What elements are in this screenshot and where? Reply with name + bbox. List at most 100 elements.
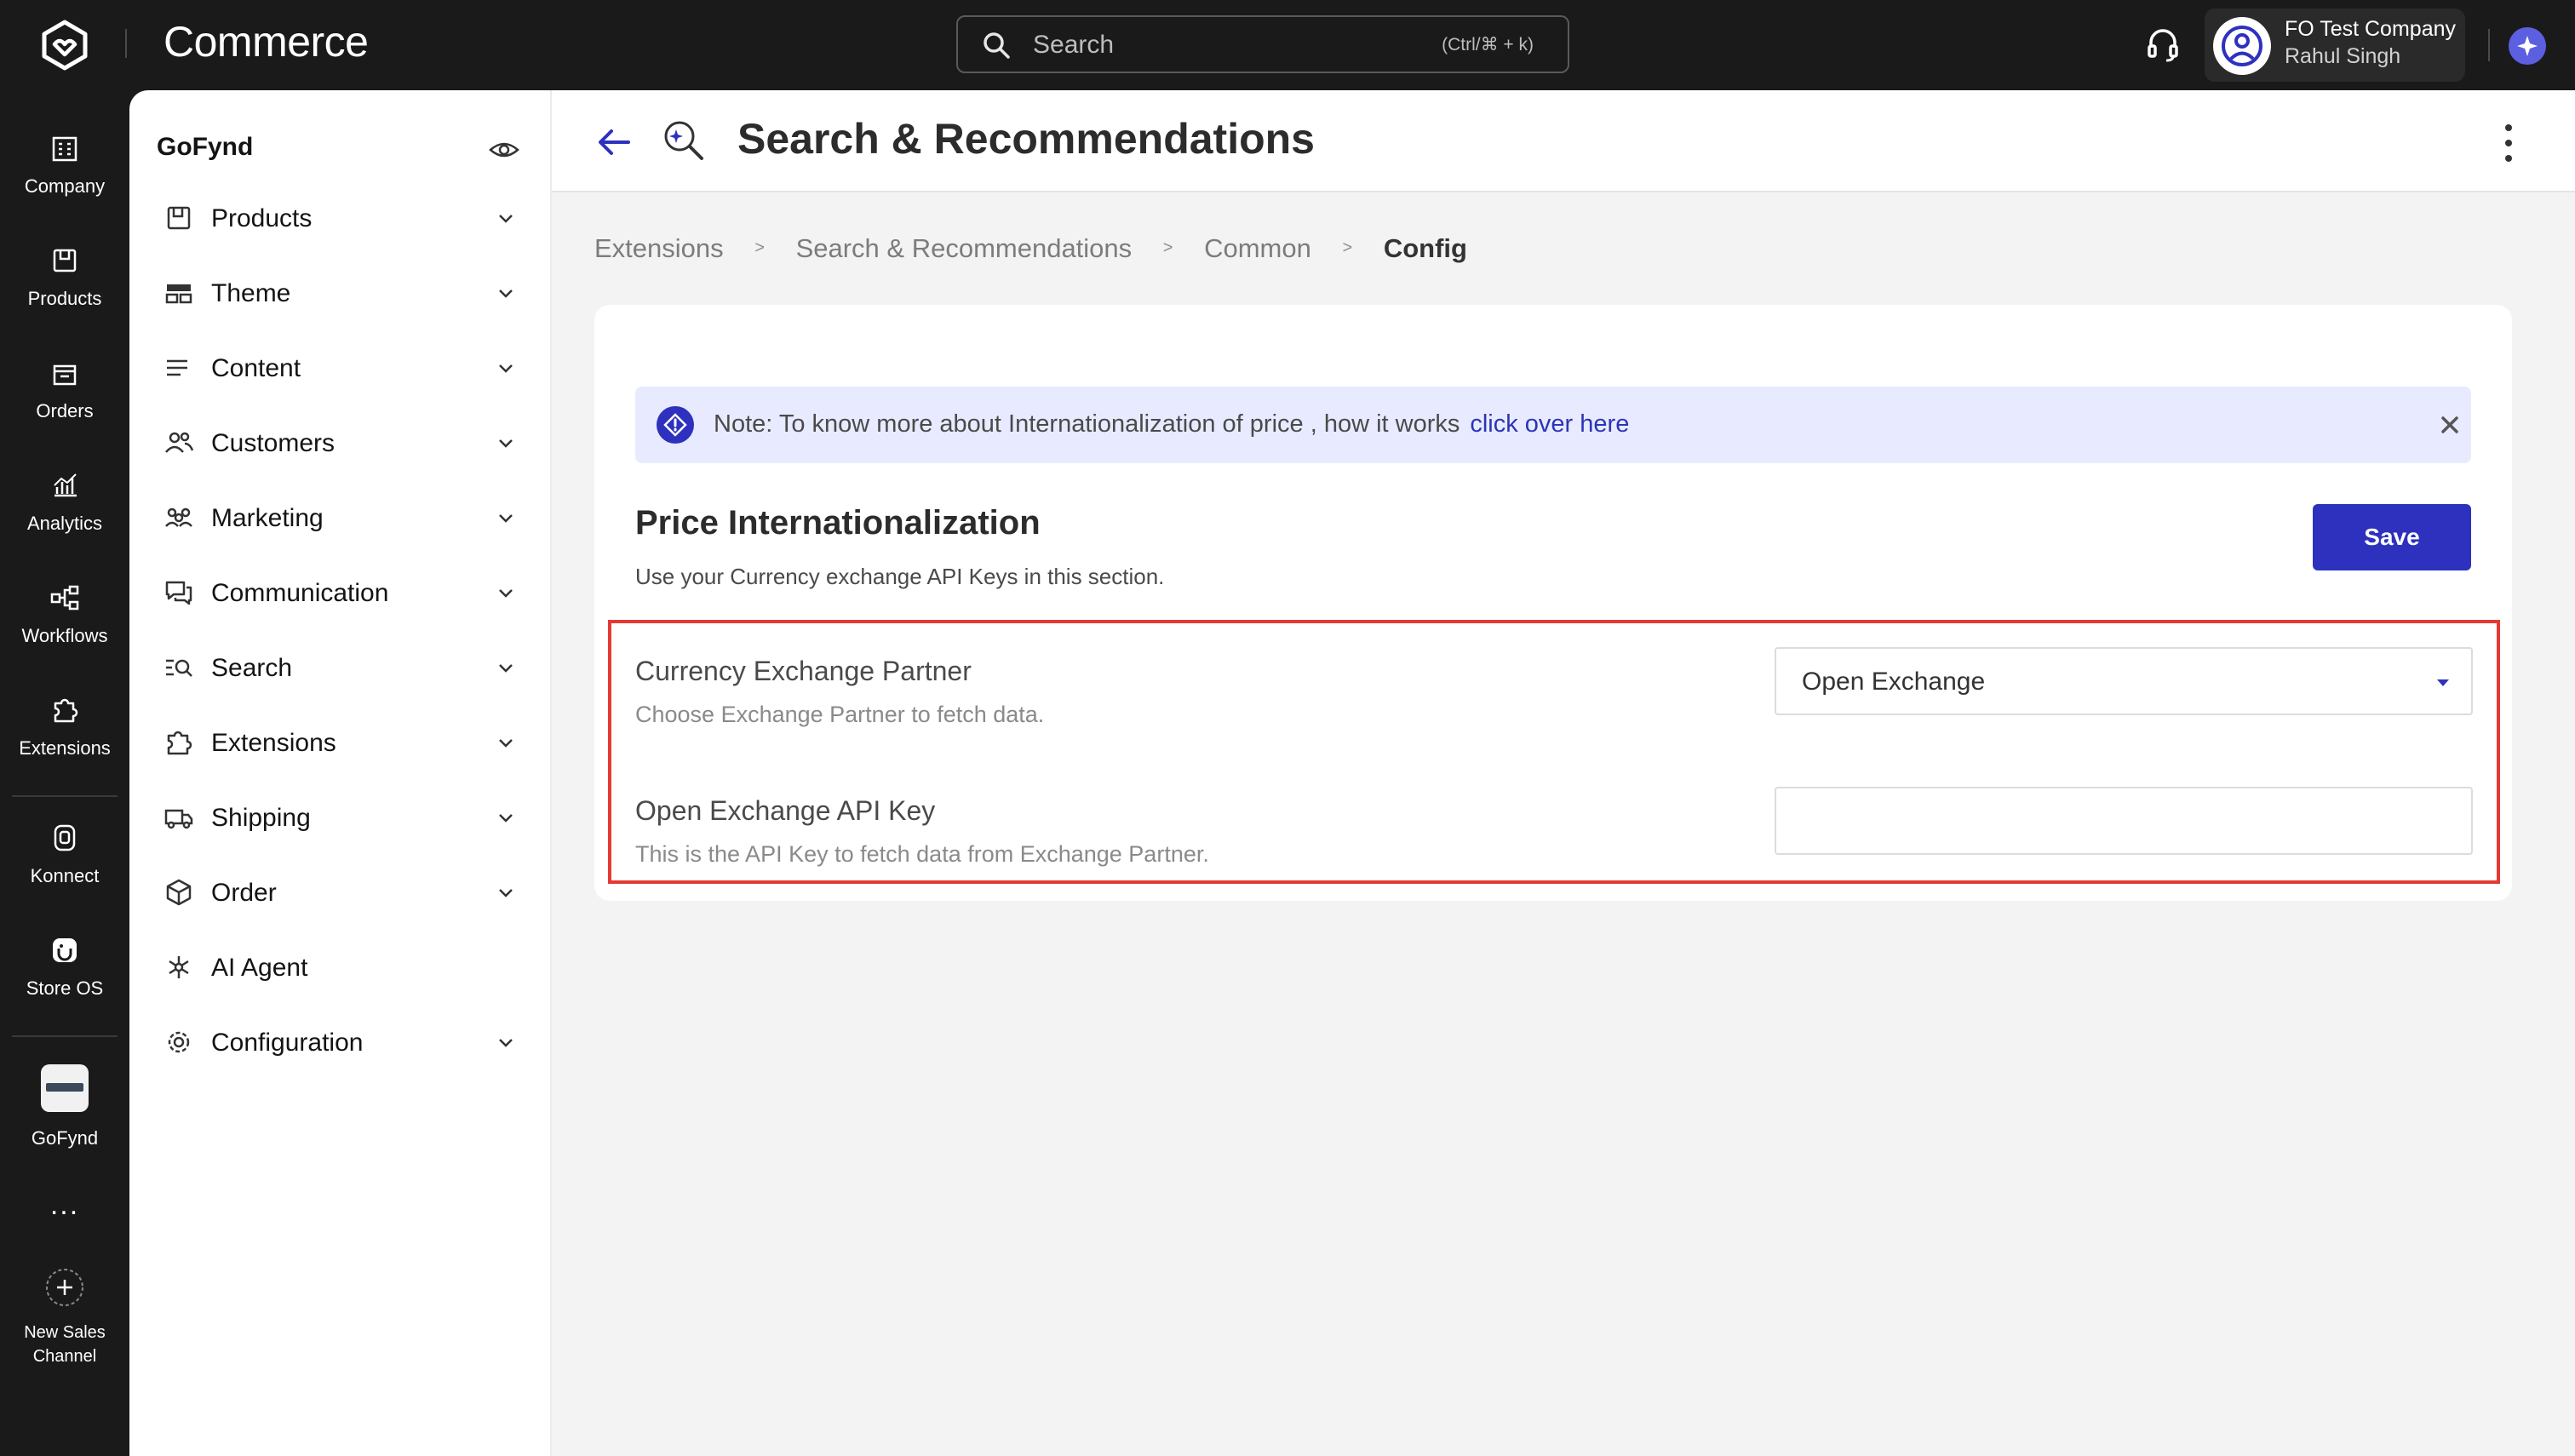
section-subtitle: Use your Currency exchange API Keys in t… [635, 564, 1165, 589]
chevron-down-icon [499, 439, 513, 448]
main-content: Search & Recommendations Extensions > Se… [552, 90, 2575, 1456]
megaphone-icon [165, 507, 192, 527]
user-avatar-icon [2222, 26, 2262, 66]
truck-icon [164, 809, 193, 829]
list-icon [167, 359, 187, 376]
rail-label: Analytics [26, 513, 103, 534]
rail-item-store-os[interactable]: Store OS [0, 933, 129, 1027]
note-text: Note: To know more about Internationaliz… [714, 410, 1629, 439]
rail-item-workflows[interactable]: Workflows [0, 581, 129, 674]
rail-item-orders[interactable]: Orders [0, 356, 129, 450]
nav-item-shipping[interactable]: Shipping [163, 792, 521, 843]
nav-item-ai-agent[interactable]: AI Agent [163, 942, 521, 993]
nav-label: Order [211, 879, 277, 907]
rail-label: Orders [36, 400, 94, 421]
api-key-input[interactable] [1775, 787, 2473, 855]
global-search-bar[interactable]: Search (Ctrl/⌘ + k) [956, 15, 1569, 73]
breadcrumb-current: Config [1383, 232, 1467, 263]
rail-item-new-sales-channel[interactable]: New Sales Channel [0, 1267, 129, 1378]
search-recommendations-icon [664, 121, 703, 160]
breadcrumb-item[interactable]: Search & Recommendations [796, 233, 1133, 264]
chevron-down-icon [499, 814, 513, 823]
more-icon: ... [49, 1189, 80, 1221]
nav-item-products[interactable]: Products [163, 192, 521, 244]
nav-label: Shipping [211, 804, 311, 832]
search-shortcut-hint: (Ctrl/⌘ + k) [1442, 35, 1534, 54]
user-name: Rahul Singh [2285, 44, 2401, 68]
left-rail: Company Products Orders Analytics Workfl… [0, 90, 129, 1456]
chevron-down-icon [499, 289, 513, 298]
gofynd-thumb [41, 1064, 89, 1112]
rail-item-analytics[interactable]: Analytics [0, 468, 129, 562]
breadcrumb-separator: > [1162, 238, 1173, 258]
ai-agent-icon [169, 956, 189, 978]
page-header: Search & Recommendations [552, 90, 2575, 192]
more-options-icon[interactable] [2498, 121, 2519, 165]
back-arrow-icon[interactable] [594, 123, 634, 162]
note-link[interactable]: click over here [1470, 410, 1629, 438]
breadcrumb-item[interactable]: Extensions [594, 233, 724, 264]
nav-item-configuration[interactable]: Configuration [163, 1017, 521, 1068]
chevron-down-icon [499, 514, 513, 523]
currency-partner-select[interactable]: Open Exchange [1775, 647, 2473, 715]
chevron-down-icon [499, 589, 513, 598]
rail-label: New Sales [24, 1323, 106, 1342]
nav-item-content[interactable]: Content [163, 342, 521, 393]
caret-down-icon [2437, 679, 2449, 686]
nav-item-extensions[interactable]: Extensions [163, 717, 521, 768]
nav-item-theme[interactable]: Theme [163, 267, 521, 318]
nav-label: Customers [211, 429, 335, 457]
rail-label: Extensions [19, 737, 111, 759]
chat-icon [165, 581, 192, 605]
rail-divider [12, 1035, 118, 1037]
ai-assistant-button[interactable] [2509, 27, 2546, 65]
currency-partner-value: Open Exchange [1802, 668, 1986, 696]
sales-channel-title: GoFynd [157, 133, 254, 161]
gear-icon [168, 1031, 190, 1053]
page-title: Search & Recommendations [737, 115, 1315, 163]
chevron-down-icon [499, 1039, 513, 1047]
close-icon[interactable] [2439, 414, 2461, 436]
chevron-down-icon [499, 215, 513, 223]
account-switcher[interactable]: FO Test Company Rahul Singh [2205, 9, 2465, 82]
breadcrumb-item[interactable]: Common [1204, 233, 1311, 264]
eye-icon[interactable] [487, 133, 521, 167]
company-name: FO Test Company [2285, 17, 2457, 41]
nav-item-search[interactable]: Search [163, 642, 521, 693]
konnect-icon [54, 824, 76, 851]
nav-item-order[interactable]: Order [163, 867, 521, 918]
section-title: Price Internationalization [635, 504, 1041, 542]
rail-item-konnect[interactable]: Konnect [0, 821, 129, 914]
breadcrumb-separator: > [1342, 238, 1353, 258]
nav-item-communication[interactable]: Communication [163, 567, 521, 618]
building-icon [52, 136, 77, 162]
nav-item-marketing[interactable]: Marketing [163, 492, 521, 543]
rail-item-products[interactable]: Products [0, 244, 129, 337]
nav-label: Extensions [211, 729, 336, 757]
box-icon [167, 206, 191, 230]
info-note-banner: Note: To know more about Internationaliz… [635, 387, 2471, 463]
rail-item-extensions[interactable]: Extensions [0, 693, 129, 787]
nav-label: Communication [211, 579, 389, 607]
rail-item-company[interactable]: Company [0, 131, 129, 225]
rail-label: Konnect [30, 865, 100, 886]
nav-label: Products [211, 204, 313, 232]
api-key-help: This is the API Key to fetch data from E… [635, 841, 1209, 867]
top-bar: Commerce Search (Ctrl/⌘ + k) FO Test Com… [0, 0, 2575, 90]
support-headset-icon[interactable] [2144, 26, 2182, 63]
rail-label: Products [27, 288, 102, 309]
search-icon [984, 32, 1010, 59]
analytics-icon [54, 473, 77, 497]
nav-item-customers[interactable]: Customers [163, 417, 521, 468]
rail-label: Workflows [21, 625, 108, 646]
chevron-down-icon [499, 664, 513, 673]
app-root: Commerce Search (Ctrl/⌘ + k) FO Test Com… [0, 0, 2575, 1456]
commerce-logo-icon[interactable] [37, 19, 92, 73]
nav-label: Content [211, 354, 301, 382]
rail-label: Store OS [26, 977, 104, 999]
nav-label: AI Agent [211, 954, 308, 982]
save-button[interactable]: Save [2313, 504, 2471, 570]
rail-item-gofynd[interactable]: GoFynd [0, 1064, 129, 1158]
rail-more-button[interactable]: ... [0, 1189, 129, 1231]
search-placeholder: Search [1033, 31, 1115, 59]
